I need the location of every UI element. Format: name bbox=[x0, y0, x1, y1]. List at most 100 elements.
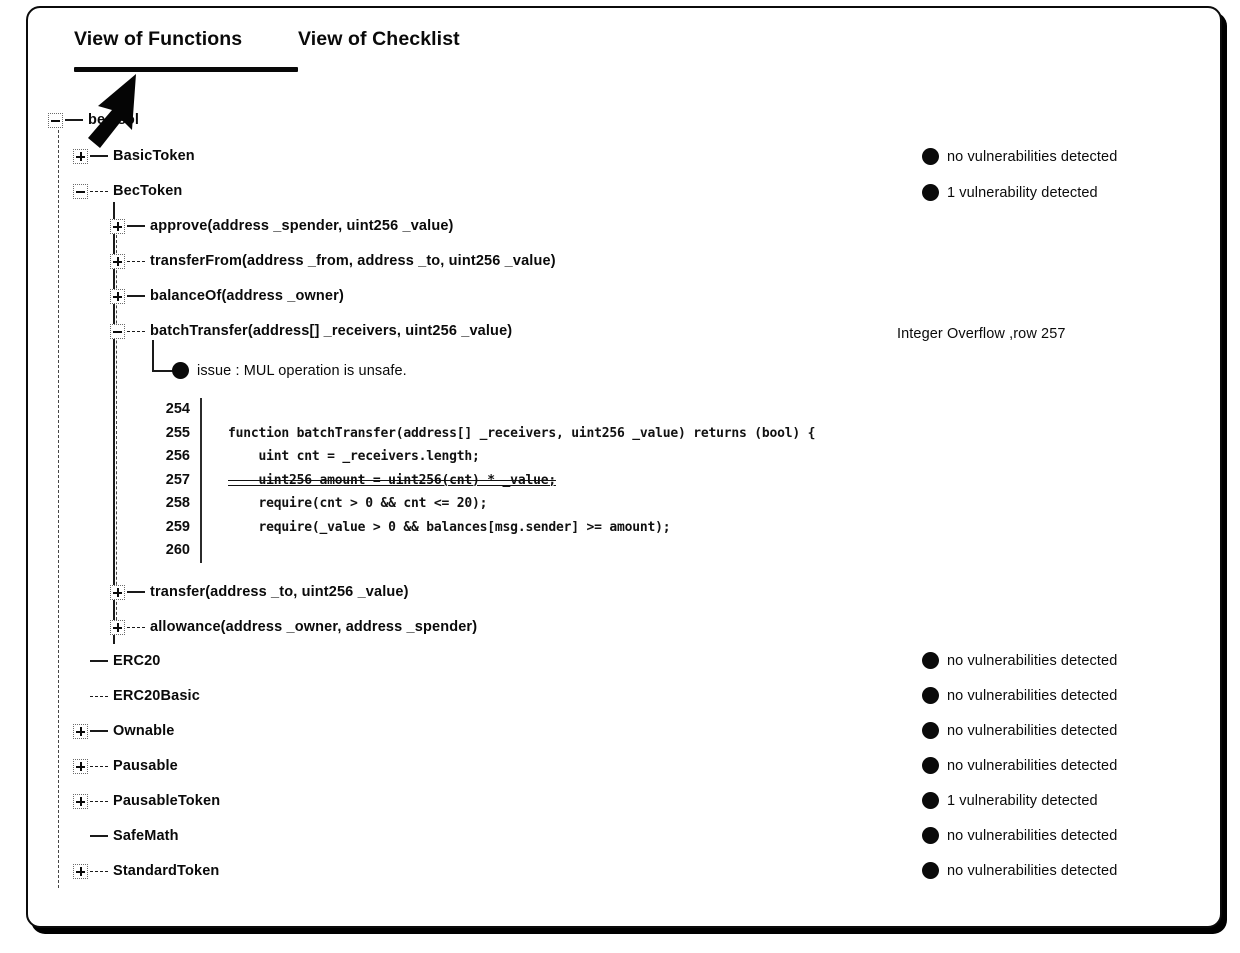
code-line-number: 254 bbox=[165, 401, 190, 417]
tree-node-allowance[interactable]: allowance(address _owner, address _spend… bbox=[110, 615, 477, 639]
tree-node-safemath[interactable]: SafeMath bbox=[73, 824, 179, 848]
expander-transferfrom[interactable] bbox=[110, 253, 125, 269]
tree-node-pausabletoken[interactable]: PausableToken bbox=[73, 789, 220, 813]
elbow-bectoken bbox=[90, 190, 108, 192]
elbow-standardtoken bbox=[90, 870, 108, 872]
tree-node-bectoken-label: BecToken bbox=[113, 183, 183, 199]
tree-node-transferfrom-label: transferFrom(address _from, address _to,… bbox=[150, 253, 556, 269]
expander-pausable[interactable] bbox=[73, 758, 88, 774]
tree-node-erc20basic-label: ERC20Basic bbox=[113, 688, 200, 704]
tree-node-erc20basic[interactable]: ERC20Basic bbox=[73, 684, 200, 708]
tree-node-transfer-label: transfer(address _to, uint256 _value) bbox=[150, 584, 409, 600]
issue-row[interactable]: issue : MUL operation is unsafe. bbox=[172, 362, 407, 379]
tree-node-erc20-label: ERC20 bbox=[113, 653, 161, 669]
tree-node-standardtoken[interactable]: StandardToken bbox=[73, 859, 219, 883]
tree-node-transferfrom[interactable]: transferFrom(address _from, address _to,… bbox=[110, 249, 556, 273]
tab-view-of-functions-label: View of Functions bbox=[74, 28, 243, 50]
elbow-approve bbox=[127, 225, 145, 227]
tab-view-of-checklist[interactable]: View of Checklist bbox=[298, 28, 460, 51]
status-bullet-icon bbox=[922, 862, 939, 879]
expander-allowance[interactable] bbox=[110, 619, 125, 635]
status-standardtoken: no vulnerabilities detected bbox=[922, 862, 1117, 879]
tree-node-approve[interactable]: approve(address _spender, uint256 _value… bbox=[110, 214, 454, 238]
elbow-pausable bbox=[90, 765, 108, 767]
expander-bectoken[interactable] bbox=[73, 183, 88, 199]
tree-node-batchtransfer-label: batchTransfer(address[] _receivers, uint… bbox=[150, 323, 513, 339]
status-bectoken-label: 1 vulnerability detected bbox=[947, 184, 1098, 201]
tree-node-transfer[interactable]: transfer(address _to, uint256 _value) bbox=[110, 580, 409, 604]
elbow-erc20basic bbox=[90, 695, 108, 697]
code-line-flagged: uint256 amount = uint256(cnt) * _value; bbox=[228, 472, 557, 488]
app-root: View of Functions View of Checklist bec.… bbox=[0, 0, 1240, 953]
elbow-basictoken bbox=[90, 155, 108, 157]
status-bullet-icon bbox=[922, 184, 939, 201]
tab-bar: View of Functions View of Checklist bbox=[48, 28, 1178, 76]
expander-batchtransfer[interactable] bbox=[110, 323, 125, 339]
status-basictoken-label: no vulnerabilities detected bbox=[947, 148, 1118, 165]
status-safemath: no vulnerabilities detected bbox=[922, 827, 1117, 844]
code-text: function batchTransfer(address[] _receiv… bbox=[202, 398, 815, 563]
expander-approve[interactable] bbox=[110, 218, 125, 234]
code-snippet: 254 255 256 257 258 259 260 function bat… bbox=[158, 398, 815, 563]
code-line-number: 260 bbox=[165, 542, 190, 558]
tree-node-root[interactable]: bec.sol bbox=[48, 108, 139, 132]
tree-node-pausable-label: Pausable bbox=[113, 758, 178, 774]
code-line-number: 256 bbox=[165, 448, 190, 464]
tree-node-balanceof[interactable]: balanceOf(address _owner) bbox=[110, 284, 344, 308]
tree-node-erc20[interactable]: ERC20 bbox=[73, 649, 161, 673]
tree-node-pausable[interactable]: Pausable bbox=[73, 754, 178, 778]
tree-node-ownable-label: Ownable bbox=[113, 723, 175, 739]
expander-root[interactable] bbox=[48, 112, 63, 128]
status-bullet-icon bbox=[922, 757, 939, 774]
status-pausable-label: no vulnerabilities detected bbox=[947, 757, 1118, 774]
expander-balanceof[interactable] bbox=[110, 288, 125, 304]
status-basictoken: no vulnerabilities detected bbox=[922, 148, 1117, 165]
issue-connector-vertical bbox=[152, 340, 154, 370]
expander-erc20 bbox=[73, 654, 88, 669]
expander-basictoken[interactable] bbox=[73, 148, 88, 164]
elbow-erc20 bbox=[90, 660, 108, 662]
status-pausable: no vulnerabilities detected bbox=[922, 757, 1117, 774]
tree-node-pausabletoken-label: PausableToken bbox=[113, 793, 221, 809]
tree-node-approve-label: approve(address _spender, uint256 _value… bbox=[150, 218, 454, 234]
status-bullet-icon bbox=[922, 652, 939, 669]
code-line-number: 255 bbox=[165, 424, 190, 441]
elbow-ownable bbox=[90, 730, 108, 732]
code-line: uint cnt = _receivers.length; bbox=[228, 449, 480, 464]
tree-node-ownable[interactable]: Ownable bbox=[73, 719, 174, 743]
active-tab-underline bbox=[74, 67, 298, 72]
elbow-root bbox=[65, 119, 83, 121]
elbow-allowance bbox=[127, 626, 145, 628]
tab-view-of-checklist-label: View of Checklist bbox=[298, 28, 460, 50]
code-line-number: 258 bbox=[165, 495, 190, 511]
elbow-batchtransfer bbox=[127, 330, 145, 332]
tree-node-bectoken[interactable]: BecToken bbox=[73, 179, 182, 203]
status-pausabletoken-label: 1 vulnerability detected bbox=[947, 792, 1098, 809]
tree-node-basictoken[interactable]: BasicToken bbox=[73, 144, 195, 168]
status-erc20basic-label: no vulnerabilities detected bbox=[947, 687, 1118, 704]
tree-node-standardtoken-label: StandardToken bbox=[113, 863, 220, 879]
tree-node-balanceof-label: balanceOf(address _owner) bbox=[150, 288, 344, 304]
status-erc20-label: no vulnerabilities detected bbox=[947, 652, 1118, 669]
expander-safemath bbox=[73, 829, 88, 844]
code-line: function batchTransfer(address[] _receiv… bbox=[228, 425, 816, 441]
elbow-balanceof bbox=[127, 295, 145, 297]
elbow-safemath bbox=[90, 835, 108, 837]
tab-view-of-functions[interactable]: View of Functions bbox=[74, 28, 298, 72]
code-line-number: 257 bbox=[165, 471, 190, 488]
expander-transfer[interactable] bbox=[110, 584, 125, 600]
expander-standardtoken[interactable] bbox=[73, 863, 88, 879]
tree-node-batchtransfer[interactable]: batchTransfer(address[] _receivers, uint… bbox=[110, 319, 512, 343]
code-line: require(cnt > 0 && cnt <= 20); bbox=[228, 496, 488, 511]
status-bullet-icon bbox=[922, 148, 939, 165]
elbow-pausabletoken bbox=[90, 800, 108, 802]
expander-pausabletoken[interactable] bbox=[73, 793, 88, 809]
status-bectoken: 1 vulnerability detected bbox=[922, 184, 1098, 201]
code-line-number: 259 bbox=[165, 518, 190, 535]
expander-ownable[interactable] bbox=[73, 723, 88, 739]
tree-node-basictoken-label: BasicToken bbox=[113, 148, 195, 164]
tree-node-allowance-label: allowance(address _owner, address _spend… bbox=[150, 619, 478, 635]
trunk-root bbox=[58, 130, 59, 888]
